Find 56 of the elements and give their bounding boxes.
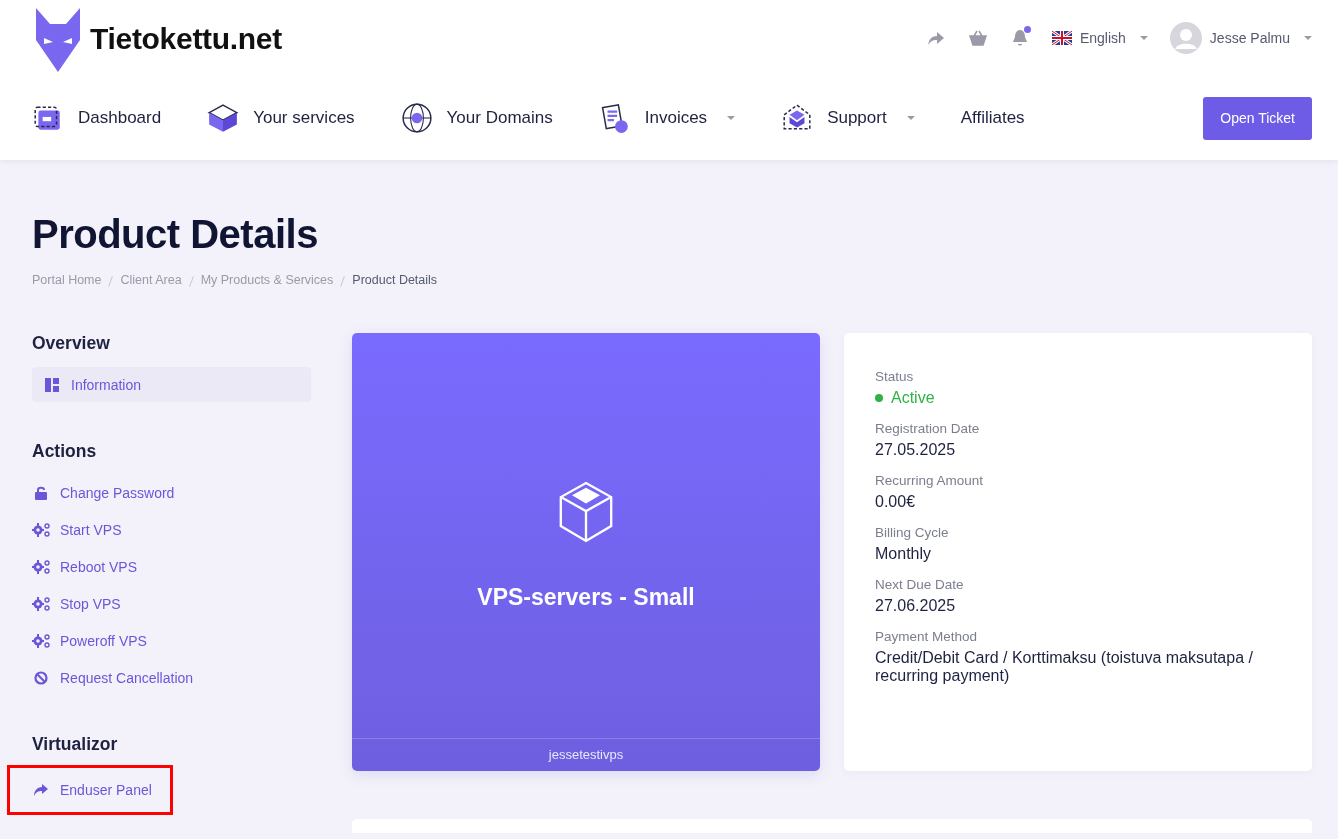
site-logo-text[interactable]: Tietokettu.net [90, 22, 282, 56]
globe-icon [400, 102, 433, 134]
nav-link[interactable]: Your services [207, 102, 355, 134]
nav-link[interactable]: Affiliates [960, 108, 1025, 128]
sidebar-heading: Virtualizor [32, 734, 119, 755]
detail-label: Billing Cycle [875, 525, 950, 540]
detail-label: Status [875, 369, 915, 384]
gears-icon [32, 559, 50, 574]
sidebar-item[interactable]: Poweroff VPS [32, 623, 311, 658]
gears-icon [32, 633, 50, 648]
sidebar-heading: Overview [32, 333, 111, 354]
sidebar-item[interactable]: Change Password [32, 475, 311, 510]
cube-icon [558, 480, 614, 544]
sidebar-item[interactable]: Stop VPS [32, 586, 311, 621]
detail-value: Credit/Debit Card / Korttimaksu (toistuva maksutapa / recurring payment) [875, 649, 1254, 685]
detail-value: Monthly [875, 545, 933, 563]
hostname: jessetestivps [352, 738, 820, 771]
avatar-icon [1169, 22, 1202, 54]
detail-label: Next Due Date [875, 577, 965, 592]
gears-icon [32, 596, 50, 611]
breadcrumb-link[interactable]: Portal Home [32, 273, 102, 287]
caret-icon [1304, 36, 1312, 40]
gears-icon [32, 522, 50, 537]
sidebar-item[interactable]: Start VPS [32, 512, 311, 547]
grid-icon [43, 377, 61, 392]
detail-value: 27.05.2025 [875, 441, 957, 459]
product-name: VPS-servers - Small [477, 584, 695, 611]
sidebar-heading: Actions [32, 441, 98, 462]
breadcrumb-link[interactable]: My Products & Services [200, 273, 334, 287]
nav-link[interactable]: Support [781, 102, 915, 134]
sidebar-item[interactable]: Request Cancellation [32, 660, 311, 695]
share-icon [32, 783, 50, 797]
lock-icon [32, 485, 50, 500]
detail-label: Payment Method [875, 629, 979, 644]
sidebar-item[interactable]: Enduser Panel [10, 768, 170, 812]
detail-value: 0.00€ [875, 493, 917, 511]
open-ticket-button[interactable]: Open Ticket [1203, 96, 1312, 140]
detail-value: 27.06.2025 [875, 597, 957, 615]
sidebar-item[interactable]: Information [32, 367, 311, 402]
detail-label: Recurring Amount [875, 473, 985, 488]
sidebar-item[interactable]: Reboot VPS [32, 549, 311, 584]
nav-link[interactable]: Your Domains [400, 102, 553, 134]
flag-icon [1051, 31, 1072, 45]
caret-icon [1139, 36, 1148, 40]
user-menu[interactable]: Jesse Palmu [1169, 22, 1312, 54]
nav-link[interactable]: Dashboard [32, 102, 162, 134]
breadcrumb-current: Product Details [352, 273, 438, 287]
status-text: Active [891, 389, 935, 407]
basket-icon[interactable] [967, 28, 988, 48]
nav-link[interactable]: Invoices [598, 102, 736, 134]
detail-label: Registration Date [875, 421, 981, 436]
ban-icon [32, 670, 50, 685]
language-selector[interactable]: English [1051, 30, 1148, 46]
breadcrumb-link[interactable]: Client Area [120, 273, 182, 287]
box-icon [207, 102, 240, 134]
page-title: Product Details [32, 212, 319, 257]
